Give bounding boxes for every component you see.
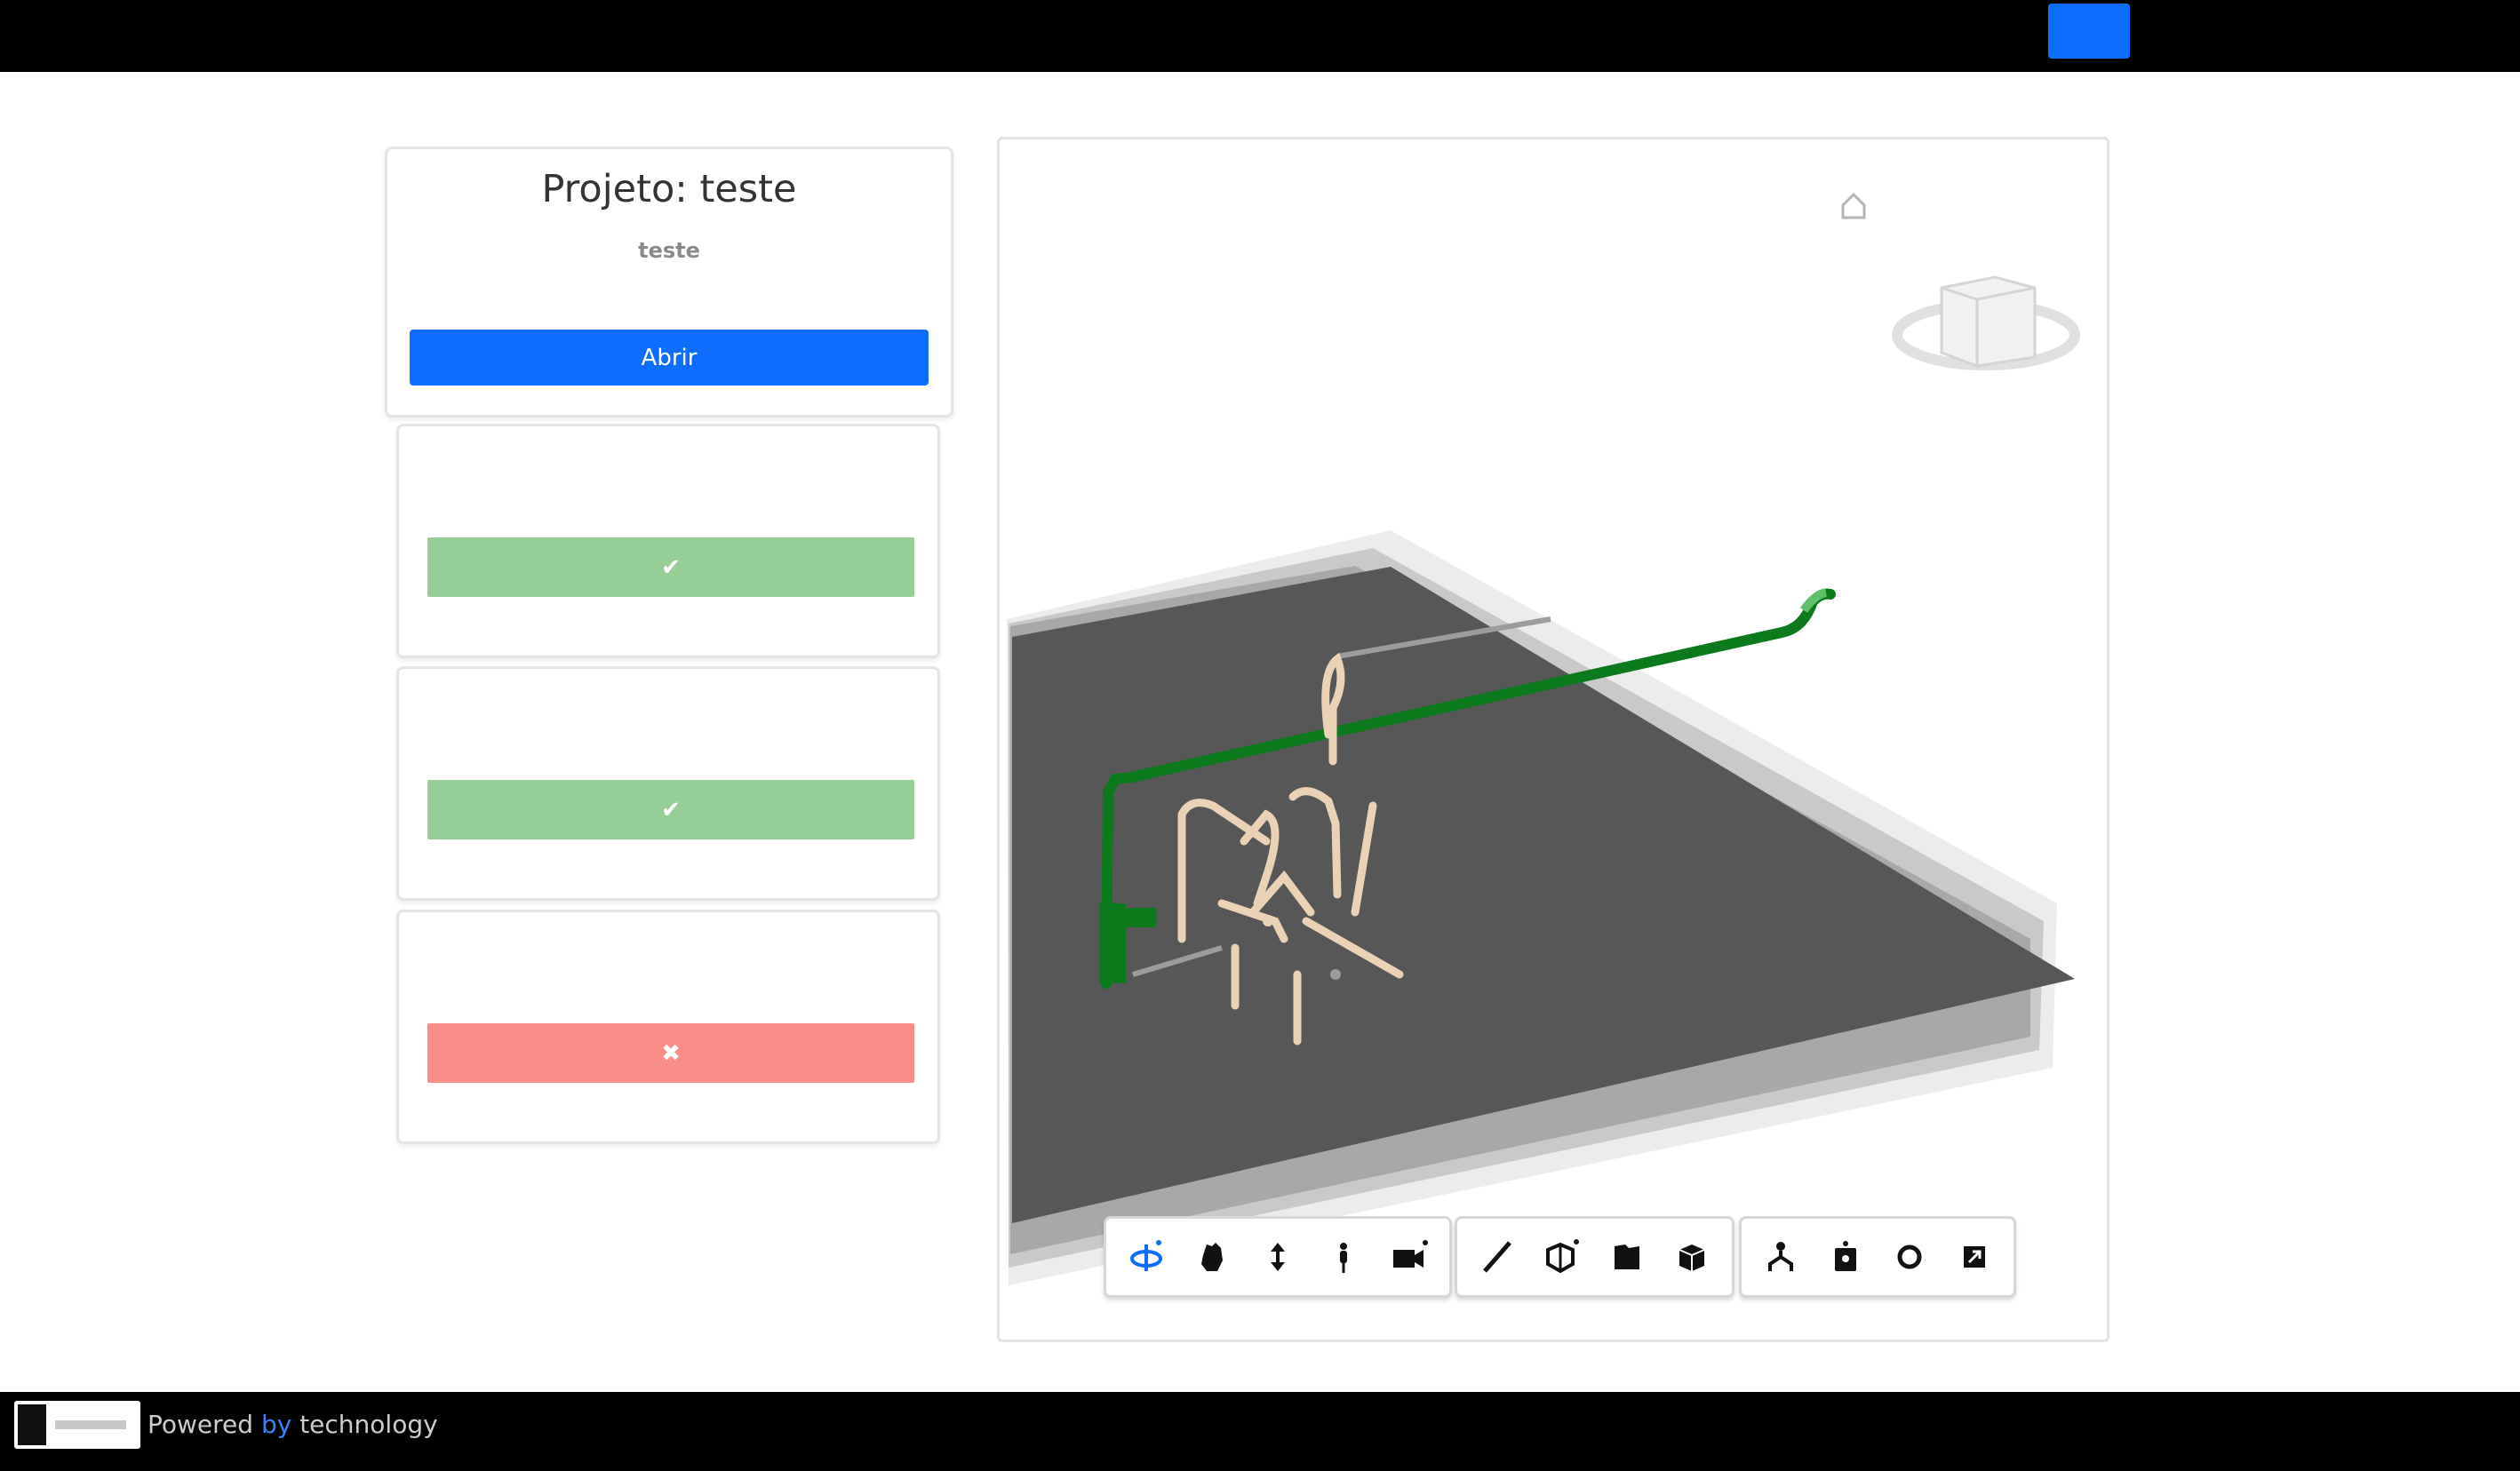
pipe-beige-joint [1263,916,1273,926]
pipe-gray-joint [1330,969,1341,980]
model-browser-icon[interactable] [1664,1229,1719,1284]
structure-icon[interactable] [1753,1229,1808,1284]
zoom-icon[interactable] [1250,1229,1305,1284]
fullscreen-icon[interactable] [1947,1229,2002,1284]
properties-icon[interactable] [1818,1229,1873,1284]
status-ok-bar[interactable]: ✔ [427,537,914,597]
powered-brand: technology [291,1410,438,1439]
model-canvas[interactable] [1000,139,2107,1340]
project-card: Projeto: teste teste Abrir [385,147,953,417]
footer: Powered by technology [0,1392,2520,1471]
first-person-icon[interactable] [1316,1229,1371,1284]
top-navbar [0,0,2520,72]
powered-prefix: Powered [148,1410,261,1439]
check-icon: ✔ [661,553,681,581]
pan-icon[interactable] [1184,1229,1240,1284]
home-icon[interactable] [1841,192,1866,219]
open-project-button[interactable]: Abrir [410,330,929,386]
check-card: ✖ [396,910,940,1144]
x-icon: ✖ [661,1039,681,1067]
viewer-toolbar-navigation [1104,1216,1452,1298]
company-logo[interactable] [14,1401,140,1449]
settings-icon[interactable] [1882,1229,1937,1284]
model-viewer[interactable] [997,137,2109,1342]
powered-by-text[interactable]: Powered by technology [148,1410,438,1439]
viewer-toolbar-settings [1739,1216,2016,1298]
orbit-icon[interactable] [1119,1229,1174,1284]
measure-icon[interactable] [1470,1229,1525,1284]
view-cube-icon[interactable] [1892,275,2080,370]
logo-wordmark [55,1420,126,1429]
navbar-action-button[interactable] [2048,4,2130,59]
status-ok-bar[interactable]: ✔ [427,780,914,839]
camera-icon[interactable] [1382,1229,1437,1284]
check-icon: ✔ [661,796,681,823]
check-card: ✔ [396,424,940,658]
project-description: teste [638,238,700,263]
powered-by: by [260,1410,292,1439]
project-title: Projeto: teste [541,167,797,211]
check-card: ✔ [396,666,940,901]
logo-mark [18,1404,46,1445]
status-fail-bar[interactable]: ✖ [427,1023,914,1083]
viewer-toolbar-tools [1455,1216,1734,1298]
explode-icon[interactable] [1599,1229,1655,1284]
pipe-green-branch [1106,908,1156,927]
section-icon[interactable] [1535,1229,1590,1284]
